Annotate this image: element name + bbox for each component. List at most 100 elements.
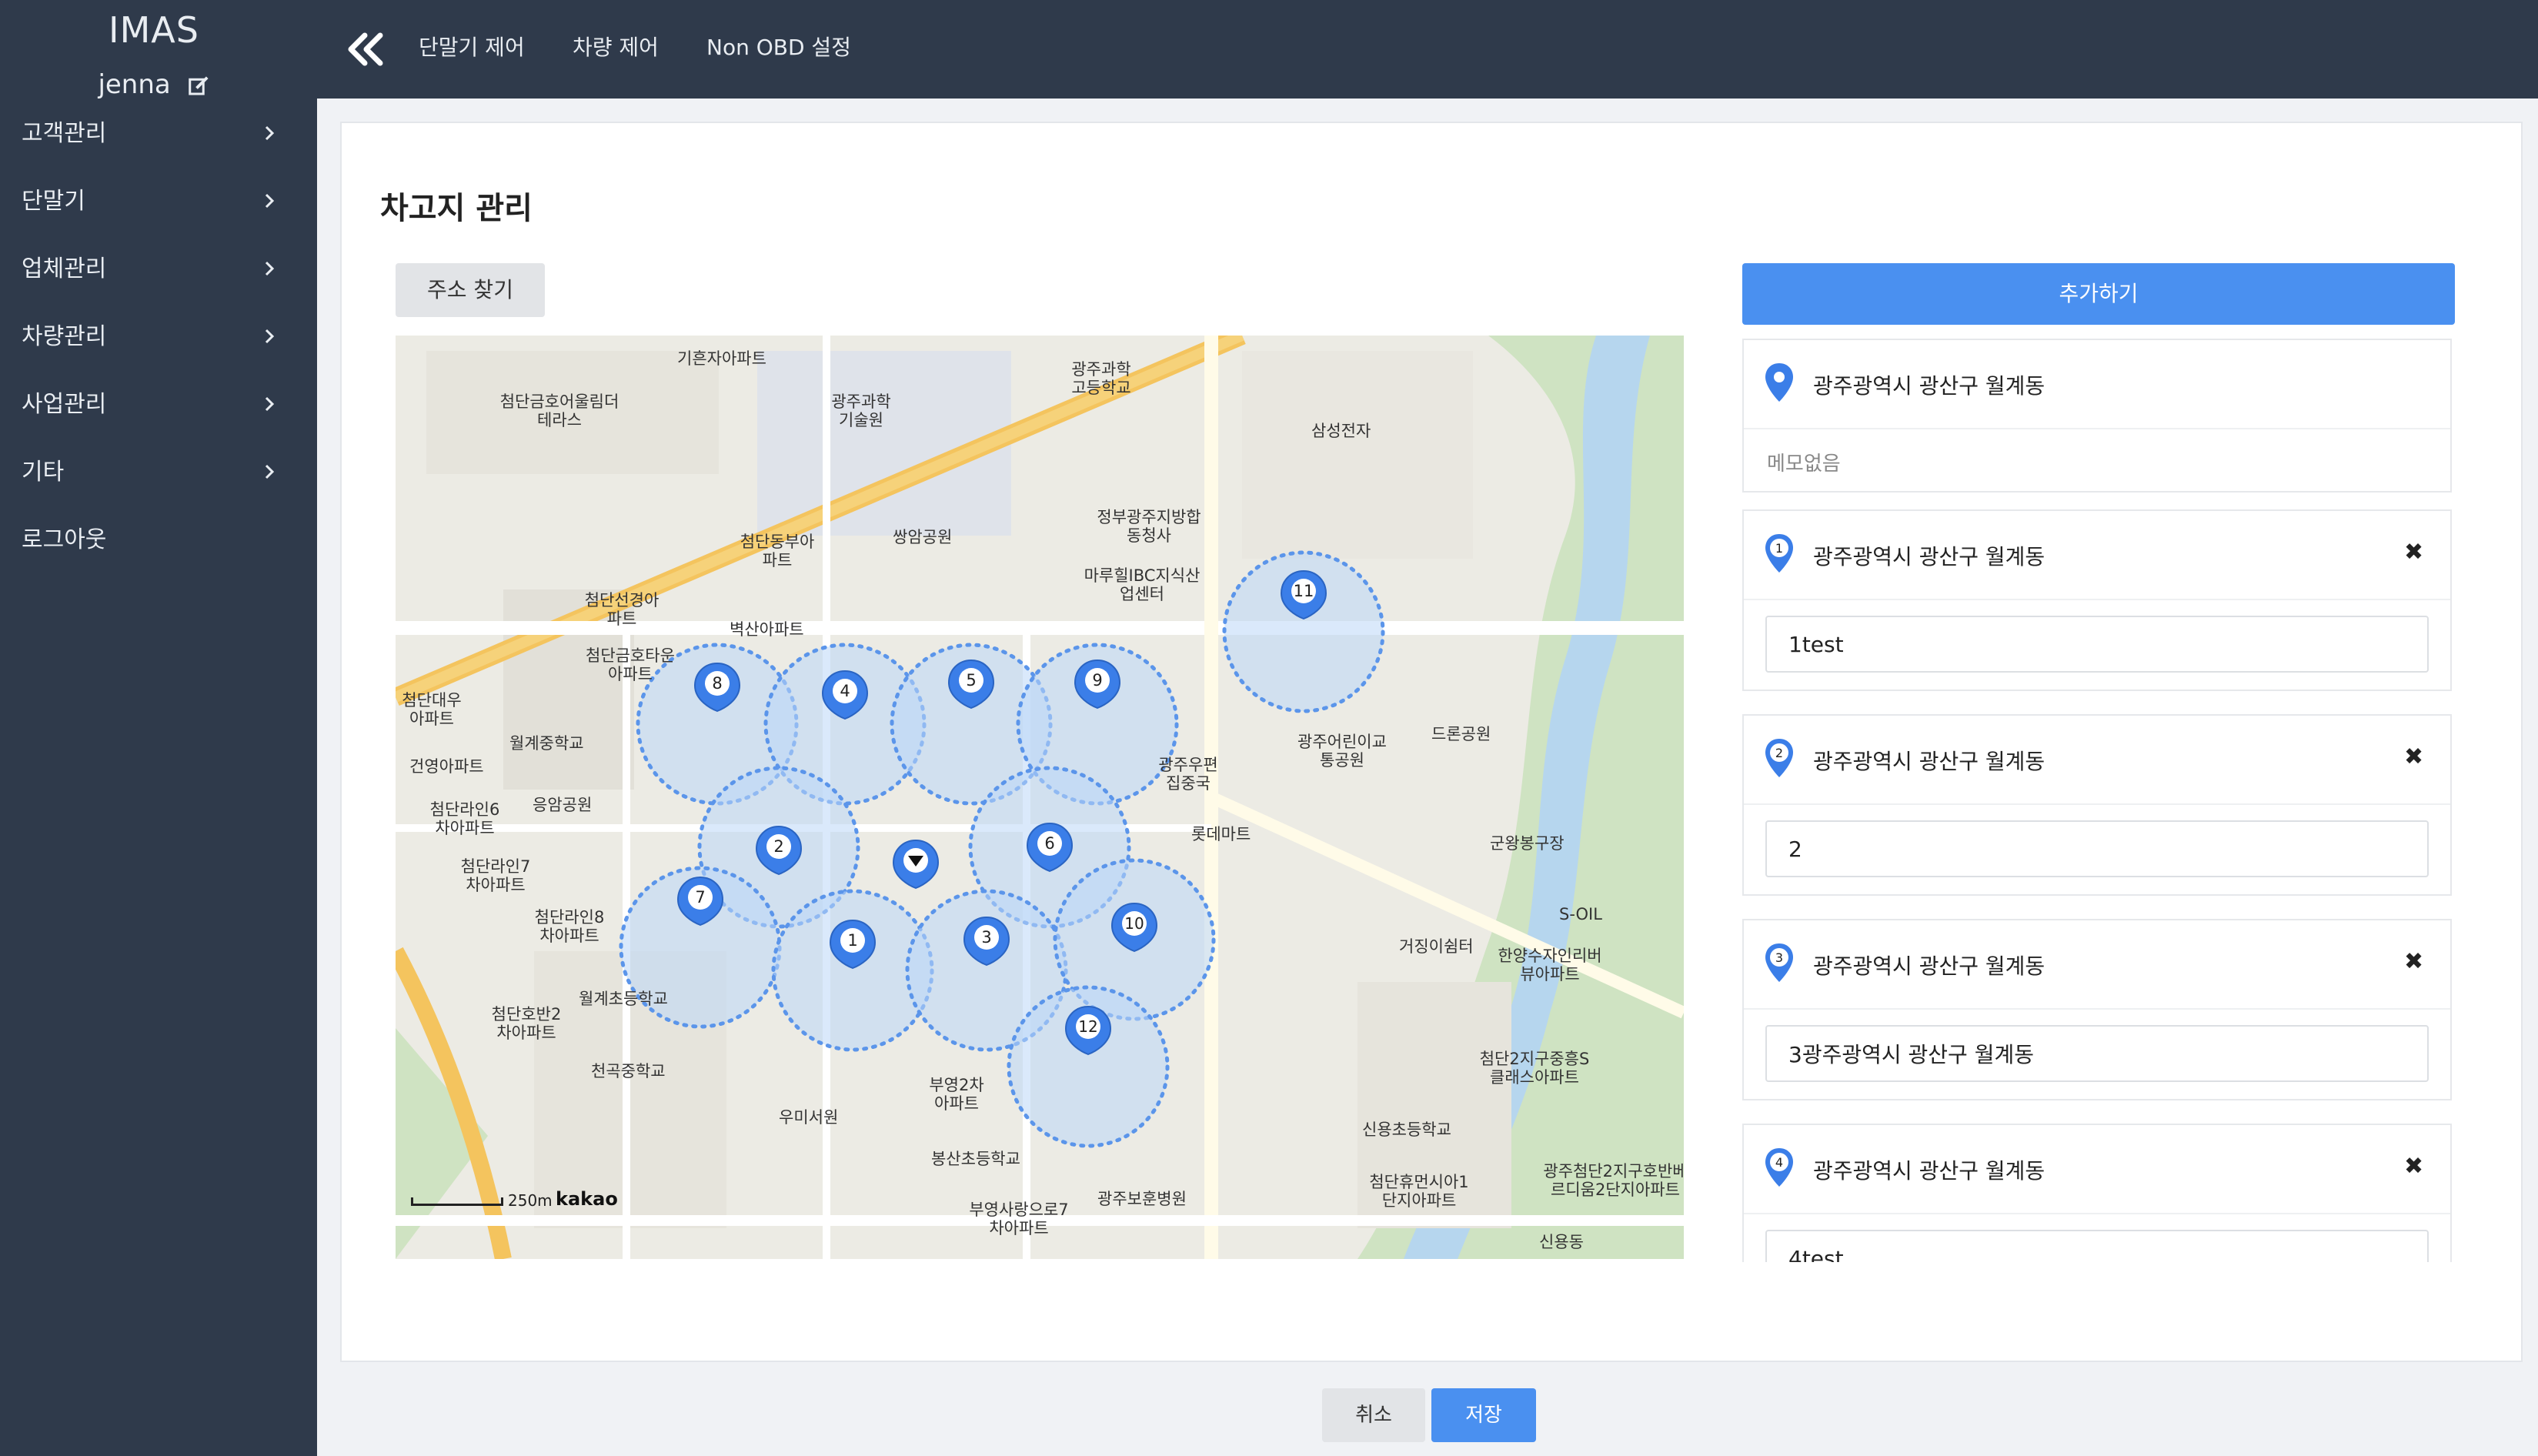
sidebar-item-label: 로그아웃 [22, 526, 107, 553]
sidebar-menu: 고객관리 단말기 업체관리 차량관리 사업관리 기타 로그아웃 [0, 112, 317, 586]
topnav-non-obd-settings[interactable]: Non OBD 설정 [706, 31, 851, 62]
map-scale-text: 250m [508, 1191, 553, 1210]
chevron-right-icon [265, 125, 275, 141]
garage-entry-search-result: 광주광역시 광산구 월계동 메모없음 [1742, 339, 2452, 493]
sidebar-item-logout[interactable]: 로그아웃 [0, 518, 317, 586]
numbered-pin-icon: 4 [1765, 1148, 1793, 1187]
marker-7[interactable]: 7 [677, 877, 723, 926]
sidebar-item-customer[interactable]: 고객관리 [0, 112, 317, 179]
delete-garage-button[interactable]: ✖ [2404, 539, 2423, 566]
svg-text:3: 3 [981, 928, 991, 947]
garage-memo-input[interactable] [1765, 1025, 2429, 1082]
edit-profile-icon[interactable] [187, 75, 210, 98]
marker-8[interactable]: 8 [694, 663, 740, 712]
brand-logo: IMAS [109, 9, 199, 51]
delete-garage-button[interactable]: ✖ [2404, 1153, 2423, 1180]
delete-garage-button[interactable]: ✖ [2404, 948, 2423, 975]
garage-address: 광주광역시 광산구 월계동 [1813, 373, 2045, 399]
map-markers: 11 8 4 5 9 2 6 7 1 3 10 12 [677, 570, 1327, 1055]
svg-text:12: 12 [1078, 1017, 1097, 1036]
garage-list[interactable]: 광주광역시 광산구 월계동 메모없음 1 광주광역시 광산구 월계동 ✖ 1te… [1742, 339, 2455, 1262]
marker-current-location[interactable] [893, 840, 939, 889]
garage-entry-header: 광주광역시 광산구 월계동 [1744, 340, 2450, 429]
sidebar-item-terminal[interactable]: 단말기 [0, 179, 317, 247]
garage-entry-2: 2 광주광역시 광산구 월계동 ✖ [1742, 714, 2452, 896]
chevron-right-icon [265, 396, 275, 412]
svg-text:3: 3 [1775, 950, 1783, 965]
svg-text:1: 1 [1775, 541, 1783, 556]
sidebar: IMAS jenna 고객관리 단말기 업체관리 차량관리 사업관리 기타 로그… [0, 0, 317, 1456]
marker-4[interactable]: 4 [822, 670, 868, 720]
chevron-right-icon [265, 261, 275, 276]
map-scale: 250m [411, 1191, 553, 1210]
garage-entry-header: 3 광주광역시 광산구 월계동 ✖ [1744, 920, 2450, 1010]
chevron-right-icon [265, 464, 275, 479]
marker-5[interactable]: 5 [948, 660, 994, 709]
garage-entry-3: 3 광주광역시 광산구 월계동 ✖ [1742, 919, 2452, 1100]
sidebar-item-label: 기타 [22, 459, 65, 486]
sidebar-item-label: 단말기 [22, 188, 85, 215]
marker-12[interactable]: 12 [1065, 1006, 1111, 1055]
marker-6[interactable]: 6 [1027, 823, 1073, 872]
marker-10[interactable]: 10 [1111, 903, 1157, 952]
location-pin-icon [1765, 363, 1793, 402]
svg-text:2: 2 [1775, 746, 1783, 760]
add-garage-button[interactable]: 추가하기 [1742, 263, 2455, 325]
svg-text:8: 8 [712, 674, 722, 693]
garage-entry-1: 1 광주광역시 광산구 월계동 ✖ [1742, 509, 2452, 691]
svg-text:11: 11 [1294, 582, 1314, 600]
sidebar-item-business[interactable]: 사업관리 [0, 382, 317, 450]
garage-address: 광주광역시 광산구 월계동 [1813, 544, 2045, 569]
garage-management-card: 차고지 관리 주소 찾기 기흔자아파트 광주과학고등학교 첨단금호어울림더테라스… [340, 122, 2523, 1362]
garage-address: 광주광역시 광산구 월계동 [1813, 749, 2045, 774]
svg-text:10: 10 [1124, 914, 1144, 933]
topnav-vehicle-control[interactable]: 차량 제어 [573, 31, 659, 62]
marker-9[interactable]: 9 [1074, 660, 1120, 709]
sidebar-item-label: 고객관리 [22, 120, 107, 147]
top-bar: 단말기 제어 차량 제어 Non OBD 설정 [317, 0, 2538, 99]
svg-text:4: 4 [1775, 1155, 1783, 1170]
garage-entry-header: 4 광주광역시 광산구 월계동 ✖ [1744, 1125, 2450, 1214]
map-provider-logo: kakao [556, 1188, 618, 1210]
svg-text:1: 1 [847, 931, 857, 950]
sidebar-item-label: 사업관리 [22, 391, 107, 418]
garage-entry-header: 1 광주광역시 광산구 월계동 ✖ [1744, 511, 2450, 600]
chevron-right-icon [265, 329, 275, 344]
numbered-pin-icon: 2 [1765, 739, 1793, 777]
user-name-text: jenna [98, 69, 171, 100]
marker-3[interactable]: 3 [963, 917, 1010, 966]
sidebar-item-vehicle[interactable]: 차량관리 [0, 315, 317, 382]
garage-memo-input[interactable] [1765, 820, 2429, 877]
user-name: jenna [0, 69, 308, 100]
garage-memo: 메모없음 [1767, 452, 1841, 476]
sidebar-item-company[interactable]: 업체관리 [0, 247, 317, 315]
garage-address: 광주광역시 광산구 월계동 [1813, 1158, 2045, 1184]
address-search-button[interactable]: 주소 찾기 [396, 263, 545, 317]
svg-text:9: 9 [1092, 671, 1102, 690]
garage-memo-input[interactable] [1765, 616, 2429, 673]
topnav-terminal-control[interactable]: 단말기 제어 [419, 31, 525, 62]
marker-11[interactable]: 11 [1281, 570, 1327, 619]
svg-text:7: 7 [695, 888, 705, 907]
delete-garage-button[interactable]: ✖ [2404, 743, 2423, 770]
save-button[interactable]: 저장 [1431, 1388, 1536, 1442]
svg-text:5: 5 [966, 671, 976, 690]
sidebar-item-label: 업체관리 [22, 255, 107, 282]
sidebar-item-label: 차량관리 [22, 323, 107, 350]
svg-text:6: 6 [1044, 834, 1054, 853]
map-scale-bar [411, 1197, 503, 1206]
collapse-sidebar-icon[interactable] [345, 31, 388, 68]
garage-entry-header: 2 광주광역시 광산구 월계동 ✖ [1744, 716, 2450, 805]
svg-text:2: 2 [773, 837, 783, 856]
garage-memo-input[interactable] [1765, 1230, 2429, 1262]
page-title: 차고지 관리 [380, 191, 533, 226]
map-view[interactable]: 기흔자아파트 광주과학고등학교 첨단금호어울림더테라스 광주과학기술원 삼성전자… [396, 336, 1684, 1259]
chevron-right-icon [265, 193, 275, 209]
marker-2[interactable]: 2 [756, 826, 802, 875]
marker-1[interactable]: 1 [830, 920, 876, 969]
numbered-pin-icon: 1 [1765, 534, 1793, 573]
sidebar-item-etc[interactable]: 기타 [0, 450, 317, 518]
garage-address: 광주광역시 광산구 월계동 [1813, 953, 2045, 979]
cancel-button[interactable]: 취소 [1322, 1388, 1425, 1442]
svg-text:4: 4 [840, 682, 850, 700]
